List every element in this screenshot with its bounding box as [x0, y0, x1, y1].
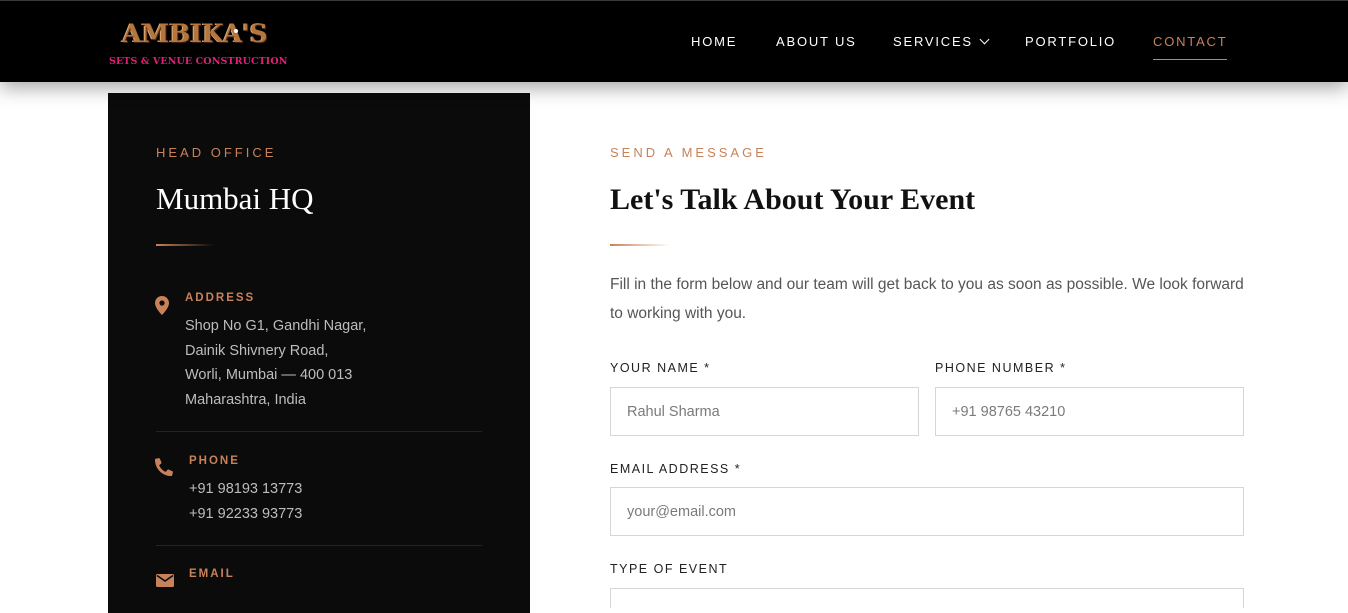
phone-number[interactable]: +91 92233 93773 [189, 506, 302, 522]
top-navbar: AMBIKA'S SETS & VENUE CONSTRUCTION HOME … [0, 0, 1348, 82]
phone-label: PHONE [189, 455, 240, 467]
phone-input[interactable] [935, 387, 1244, 436]
address-line: Dainik Shivnery Road, [185, 343, 329, 359]
address-label: ADDRESS [185, 292, 256, 304]
email-input[interactable] [610, 487, 1244, 536]
form-kicker: SEND A MESSAGE [610, 145, 767, 160]
info-separator [156, 545, 482, 546]
form-title-divider [610, 244, 670, 246]
address-line: Shop No G1, Gandhi Nagar, [185, 318, 367, 334]
email-address-label: EMAIL ADDRESS * [610, 462, 742, 476]
address-line: Maharashtra, India [185, 392, 306, 408]
nav-about-us[interactable]: ABOUT US [776, 34, 857, 49]
office-info-panel: HEAD OFFICE Mumbai HQ ADDRESS Shop No G1… [108, 93, 530, 613]
map-pin-icon [155, 296, 169, 315]
chevron-down-icon [979, 34, 990, 45]
title-divider [156, 244, 214, 246]
nav-portfolio[interactable]: PORTFOLIO [1025, 34, 1116, 49]
nav-home[interactable]: HOME [691, 34, 737, 49]
form-intro: Fill in the form below and our team will… [610, 276, 1244, 322]
email-label: EMAIL [189, 568, 235, 580]
phone-icon [155, 458, 173, 476]
name-input[interactable] [610, 387, 919, 436]
envelope-icon [156, 574, 174, 587]
event-type-label: TYPE OF EVENT [610, 562, 729, 576]
form-title: Let's Talk About Your Event [610, 183, 976, 216]
main-menu: HOME ABOUT US SERVICES PORTFOLIO CONTACT [0, 1, 1348, 83]
nav-services[interactable]: SERVICES [893, 34, 990, 49]
office-title: Mumbai HQ [156, 181, 314, 216]
nav-services-label: SERVICES [893, 34, 973, 49]
info-separator [156, 431, 482, 432]
address-line: Worli, Mumbai — 400 013 [185, 367, 353, 383]
event-type-select[interactable] [610, 588, 1244, 608]
office-kicker: HEAD OFFICE [156, 145, 277, 160]
phone-number[interactable]: +91 98193 13773 [189, 481, 302, 497]
name-label: YOUR NAME * [610, 361, 711, 375]
phone-number-label: PHONE NUMBER * [935, 361, 1067, 375]
nav-contact[interactable]: CONTACT [1153, 34, 1228, 60]
